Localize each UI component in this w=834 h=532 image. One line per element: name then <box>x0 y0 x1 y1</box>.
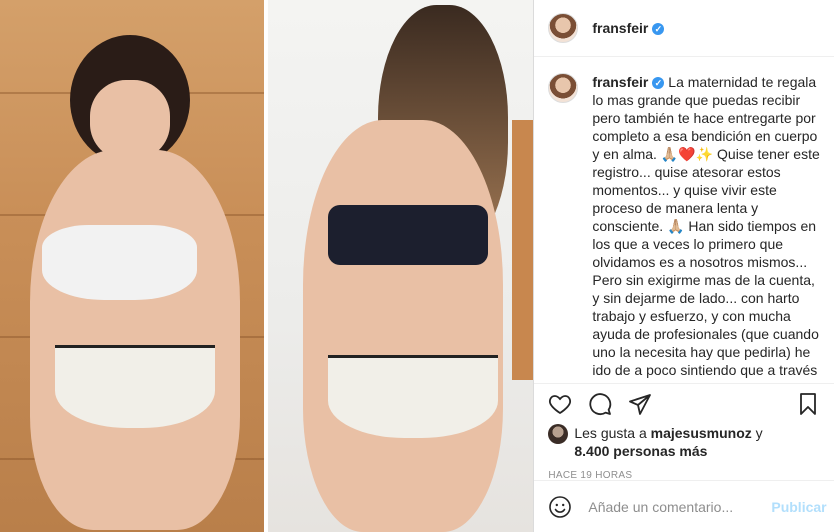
photo-right <box>268 0 534 532</box>
comment-icon[interactable] <box>588 392 612 416</box>
verified-badge-icon: ✓ <box>652 23 665 35</box>
caption-username[interactable]: fransfeir ✓ <box>592 74 665 90</box>
post-side-panel: fransfeir ✓ fransfeir ✓ La maternidad te r… <box>533 0 834 532</box>
author-avatar[interactable] <box>548 13 579 43</box>
likes-connector: y <box>755 425 763 441</box>
caption-body: La maternidad te regala lo mas grande qu… <box>592 74 820 383</box>
heart-icon[interactable] <box>548 392 572 416</box>
liker-avatar <box>548 424 569 444</box>
liker-username[interactable]: majesusmunoz <box>651 425 752 441</box>
instagram-post: fransfeir ✓ fransfeir ✓ La maternidad te r… <box>0 0 834 532</box>
publish-button[interactable]: Publicar <box>771 499 826 515</box>
caption-avatar[interactable] <box>548 73 579 103</box>
post-media[interactable] <box>0 0 534 532</box>
caption: fransfeir ✓ La maternidad te regala lo ma… <box>548 73 820 383</box>
photo-left <box>0 0 264 532</box>
likes-count[interactable]: 8.400 personas más <box>574 443 707 459</box>
likes-summary: Les gusta a majesusmunoz y 8.400 persona… <box>534 424 834 464</box>
caption-area: fransfeir ✓ La maternidad te regala lo ma… <box>534 57 834 384</box>
smiley-icon[interactable] <box>548 495 572 519</box>
comment-input[interactable] <box>586 497 772 516</box>
likes-prefix: Les gusta a <box>574 425 647 441</box>
action-bar <box>534 384 834 424</box>
share-icon[interactable] <box>628 392 652 416</box>
post-header: fransfeir ✓ <box>534 0 834 57</box>
comment-bar: Publicar <box>534 480 834 532</box>
bookmark-icon[interactable] <box>796 392 820 416</box>
author-username[interactable]: fransfeir ✓ <box>592 20 665 36</box>
caption-text: fransfeir ✓ La maternidad te regala lo ma… <box>592 73 820 383</box>
verified-badge-icon: ✓ <box>652 77 665 89</box>
